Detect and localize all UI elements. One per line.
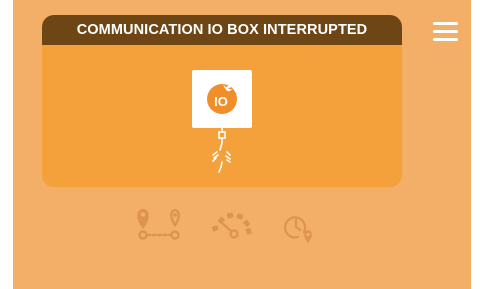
io-box-graphic: IO (192, 70, 252, 173)
io-box-icon: IO (192, 70, 252, 128)
card-title: COMMUNICATION IO BOX INTERRUPTED (42, 15, 402, 45)
status-card: COMMUNICATION IO BOX INTERRUPTED IO (42, 15, 402, 187)
app-background: COMMUNICATION IO BOX INTERRUPTED IO (13, 0, 471, 289)
clock-location-icon[interactable] (284, 213, 316, 245)
hamburger-menu-icon[interactable] (433, 22, 458, 41)
io-badge-text: IO (214, 94, 228, 109)
broken-cable-icon (212, 127, 231, 173)
speedometer-icon[interactable] (210, 210, 254, 242)
route-icon[interactable] (135, 205, 185, 241)
